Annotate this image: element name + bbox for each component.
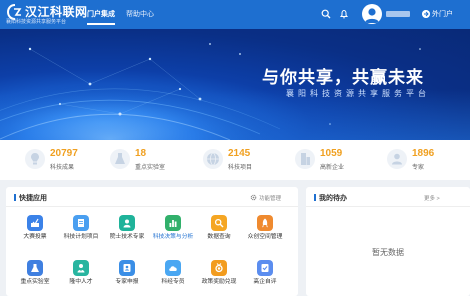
- bell-icon[interactable]: [339, 9, 349, 19]
- expert-icon: [119, 215, 135, 231]
- username-redacted: [386, 11, 410, 17]
- app-maker-space[interactable]: 众创空间管理: [238, 215, 292, 251]
- quick-apps-title: 快捷应用: [14, 193, 47, 203]
- function-manage-link[interactable]: 功能管理: [259, 194, 281, 202]
- todo-panel: 我的待办 更多 > 暂无数据: [306, 187, 470, 296]
- vote-icon: [27, 215, 43, 231]
- logo-subtitle: 襄阳科技资源共享服务平台: [6, 19, 67, 25]
- todo-title: 我的待办: [314, 193, 347, 203]
- exit-portal-link[interactable]: 外门户: [432, 0, 453, 29]
- stat-value: 1896: [412, 148, 435, 159]
- talent-icon: [73, 260, 89, 276]
- app-label: 高企自评: [253, 279, 277, 285]
- user-icon: [365, 8, 379, 23]
- app-high-tech-self-eval[interactable]: 高企自评: [238, 260, 292, 296]
- lightbulb-icon: [25, 149, 45, 169]
- cloud-icon: [165, 260, 181, 276]
- divider: [306, 206, 470, 207]
- banner-headline: 与你共享，共赢未来: [262, 68, 424, 87]
- rocket-icon: [257, 215, 273, 231]
- stat-value: 1059: [320, 148, 343, 159]
- bar-chart-icon: [165, 215, 181, 231]
- lab-icon: [27, 260, 43, 276]
- stat-value: 18: [135, 148, 147, 159]
- document-icon: [73, 215, 89, 231]
- person-icon: [387, 149, 407, 169]
- stat-high-tech-enterprises[interactable]: 1059 高新企业: [294, 140, 384, 180]
- stat-value: 20797: [50, 148, 78, 159]
- stat-key-labs[interactable]: 18 重点实验室: [109, 140, 199, 180]
- exit-icon: [422, 10, 430, 18]
- stat-label: 专家: [412, 165, 425, 171]
- stat-experts[interactable]: 1896 专家: [386, 140, 470, 180]
- site-logo[interactable]: 汉江科联网 襄阳科技资源共享服务平台: [6, 3, 88, 26]
- stat-label: 高新企业: [320, 165, 345, 171]
- medal-icon: [211, 260, 227, 276]
- stat-projects[interactable]: 2145 科技项目: [202, 140, 292, 180]
- gear-icon[interactable]: [250, 194, 257, 201]
- avatar[interactable]: [362, 4, 382, 24]
- search-data-icon: [211, 215, 227, 231]
- more-link[interactable]: 更多 >: [424, 194, 440, 202]
- flask-icon: [110, 149, 130, 169]
- top-header: 汉江科联网 襄阳科技资源共享服务平台 门户集成 帮助中心 外门户: [0, 0, 470, 29]
- globe-icon: [203, 149, 223, 169]
- stat-label: 科技成果: [50, 165, 75, 171]
- banner-subheadline: 襄阳科技资源共享服务平台: [286, 89, 430, 98]
- hero-banner: 与你共享，共赢未来 襄阳科技资源共享服务平台: [0, 29, 470, 140]
- stat-value: 2145: [228, 148, 251, 159]
- stat-label: 科技项目: [228, 165, 253, 171]
- building-icon: [295, 149, 315, 169]
- empty-state-text: 暂无数据: [372, 248, 404, 257]
- divider: [6, 206, 298, 207]
- app-label: 众创空间管理: [247, 234, 283, 240]
- search-icon[interactable]: [321, 9, 331, 19]
- stat-label: 重点实验室: [135, 165, 166, 171]
- nav-portal-integration[interactable]: 门户集成: [87, 0, 115, 29]
- stat-achievements[interactable]: 20797 科技成果: [24, 140, 114, 180]
- evaluate-icon: [257, 260, 273, 276]
- stats-bar: 20797 科技成果 18 重点实验室 2145 科技项目 1059 高新企业: [0, 140, 470, 180]
- nav-help-center[interactable]: 帮助中心: [126, 0, 154, 29]
- quick-apps-panel: 快捷应用 功能管理 大赛投票 科技计划项目 院士技术专家 科技决策与分析 数据查…: [6, 187, 298, 296]
- declare-icon: [119, 260, 135, 276]
